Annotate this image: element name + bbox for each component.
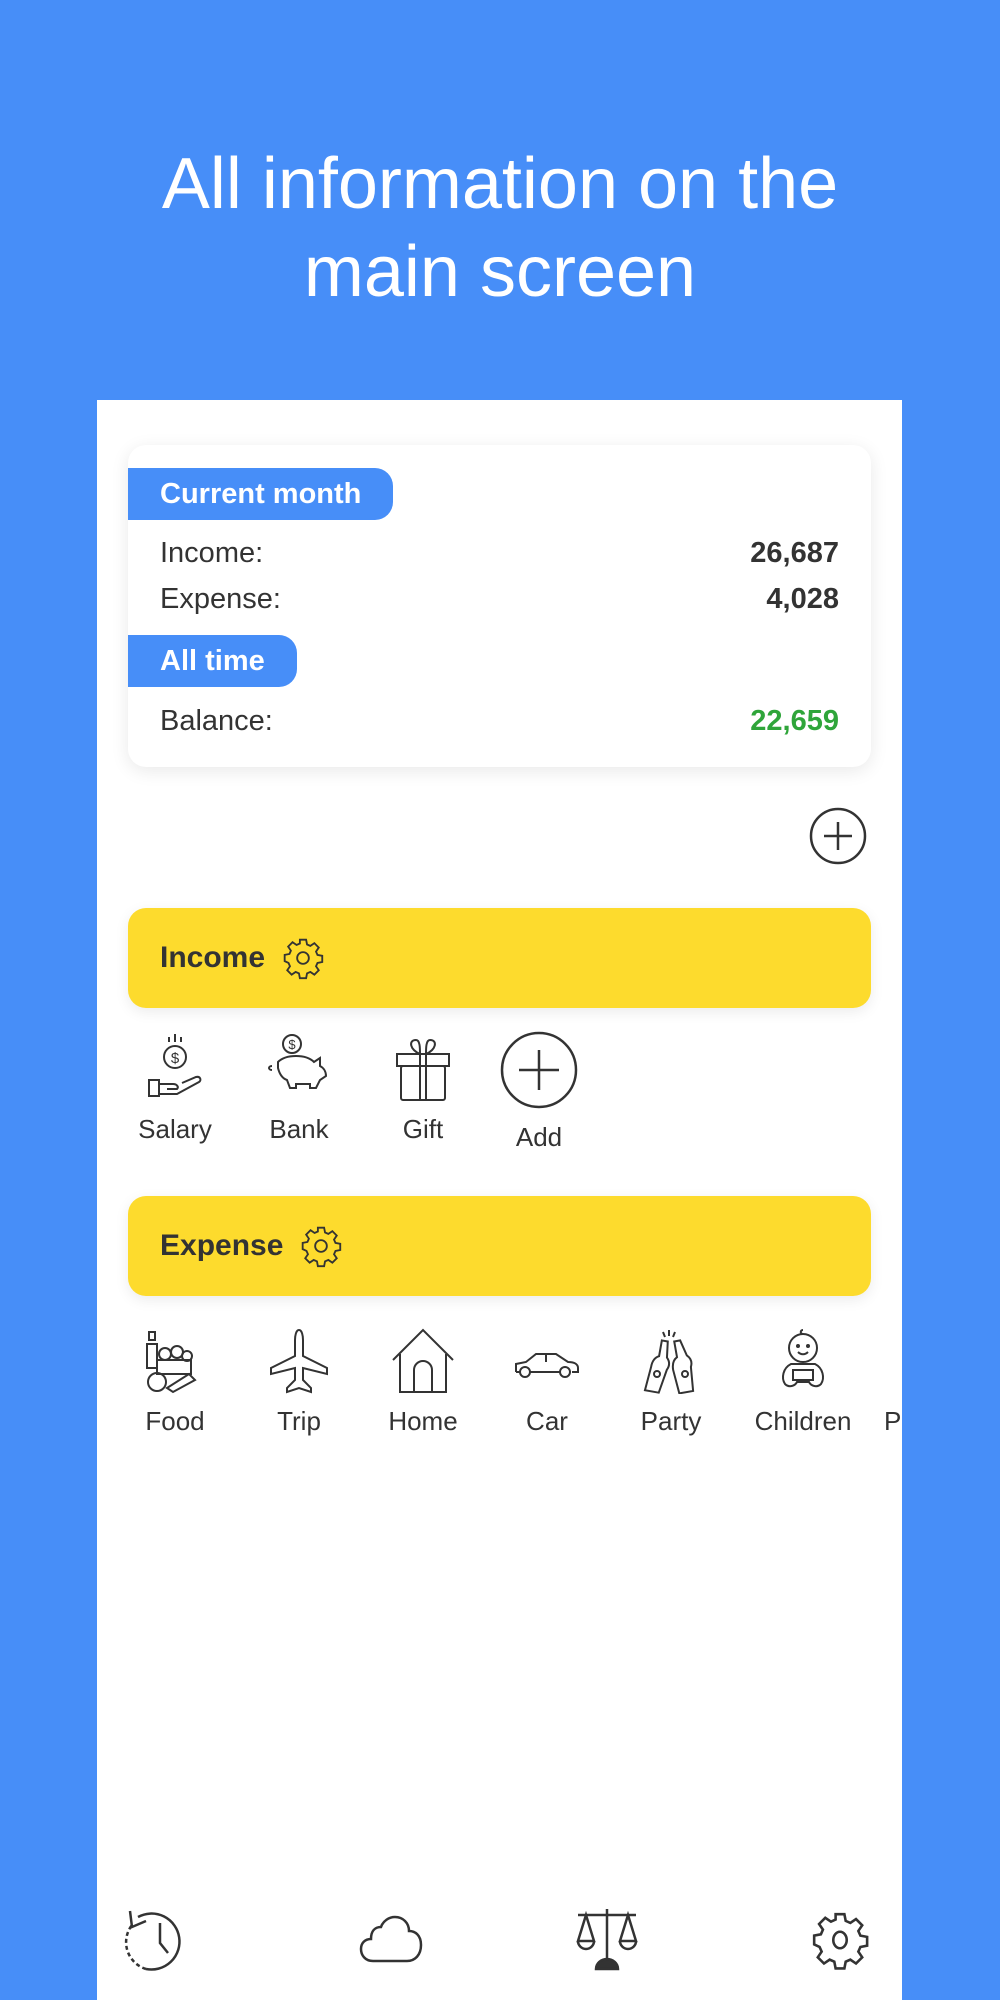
category-gift[interactable]: Gift — [363, 1030, 483, 1145]
piggy-bank-icon: $ — [268, 1034, 328, 1089]
airplane-icon — [270, 1328, 328, 1394]
category-car[interactable]: Car — [487, 1322, 607, 1437]
category-salary[interactable]: $ Salary — [115, 1030, 235, 1145]
plus-circle-icon — [500, 1031, 578, 1109]
plus-circle-icon — [809, 807, 867, 865]
category-party[interactable]: Party — [611, 1322, 731, 1437]
category-partial[interactable]: P — [867, 1322, 902, 1437]
category-label: Add — [515, 1122, 563, 1152]
headline-line-2: main screen — [303, 232, 697, 312]
income-section-header[interactable]: Income — [128, 908, 871, 1008]
category-trip[interactable]: Trip — [239, 1322, 359, 1437]
expense-label: Expense: — [160, 583, 281, 615]
car-icon — [515, 1353, 579, 1378]
category-label: Party — [640, 1406, 702, 1436]
income-row: Income: 26,687 — [160, 537, 839, 570]
tab-history[interactable] — [117, 1900, 197, 1980]
gear-icon — [812, 1912, 869, 1970]
headline: All information on the main screen — [0, 140, 1000, 316]
income-section-title: Income — [160, 941, 266, 974]
cloud-icon — [359, 1915, 423, 1963]
expense-value: 4,028 — [766, 583, 839, 615]
beer-bottles-icon — [643, 1330, 695, 1394]
category-label: Bank — [269, 1114, 329, 1144]
category-food[interactable]: Food — [115, 1322, 235, 1437]
headline-line-1: All information on the — [161, 144, 839, 224]
balance-value: 22,659 — [750, 705, 839, 737]
category-home[interactable]: Home — [363, 1322, 483, 1437]
category-label: Home — [388, 1406, 458, 1436]
tab-cloud[interactable] — [352, 1900, 432, 1980]
expense-section-header[interactable]: Expense — [128, 1196, 871, 1296]
salary-icon: $ — [148, 1034, 202, 1097]
expense-section-title: Expense — [160, 1229, 284, 1262]
category-label: Salary — [138, 1114, 212, 1144]
current-month-badge: Current month — [128, 468, 394, 520]
scales-icon — [576, 1909, 638, 1971]
balance-label: Balance: — [160, 705, 273, 737]
category-label: Trip — [277, 1406, 321, 1436]
add-button[interactable] — [809, 807, 867, 865]
balance-row: Balance: 22,659 — [160, 705, 839, 738]
category-bank[interactable]: $ Bank — [239, 1030, 359, 1145]
all-time-badge: All time — [128, 635, 297, 687]
income-categories: $ Salary $ Bank Gift Add — [97, 1030, 902, 1170]
baby-icon — [782, 1329, 824, 1388]
category-label: P — [884, 1406, 902, 1436]
phone-screen: Current month Income: 26,687 Expense: 4,… — [97, 400, 902, 2000]
category-label: Gift — [402, 1114, 444, 1144]
history-icon — [124, 1910, 181, 1971]
house-icon — [392, 1328, 454, 1393]
category-label: Food — [145, 1406, 205, 1436]
gift-icon — [396, 1038, 450, 1101]
category-add[interactable]: Add — [479, 1030, 599, 1153]
bottom-tab-bar — [97, 1900, 902, 2000]
tab-settings[interactable] — [800, 1900, 880, 1980]
gear-icon[interactable] — [281, 936, 325, 980]
income-label: Income: — [160, 537, 264, 569]
category-label: Car — [526, 1406, 568, 1436]
expense-categories: Food Trip Home Car Party Children P — [97, 1322, 902, 1462]
category-children[interactable]: Children — [743, 1322, 863, 1437]
summary-card: Current month Income: 26,687 Expense: 4,… — [128, 445, 871, 767]
svg-text:$: $ — [171, 1050, 180, 1067]
tab-balance[interactable] — [567, 1900, 647, 1980]
expense-row: Expense: 4,028 — [160, 583, 839, 616]
income-value: 26,687 — [750, 537, 839, 569]
groceries-icon — [146, 1331, 197, 1394]
svg-text:$: $ — [288, 1037, 296, 1052]
gear-icon[interactable] — [299, 1224, 343, 1268]
category-label: Children — [754, 1406, 852, 1436]
